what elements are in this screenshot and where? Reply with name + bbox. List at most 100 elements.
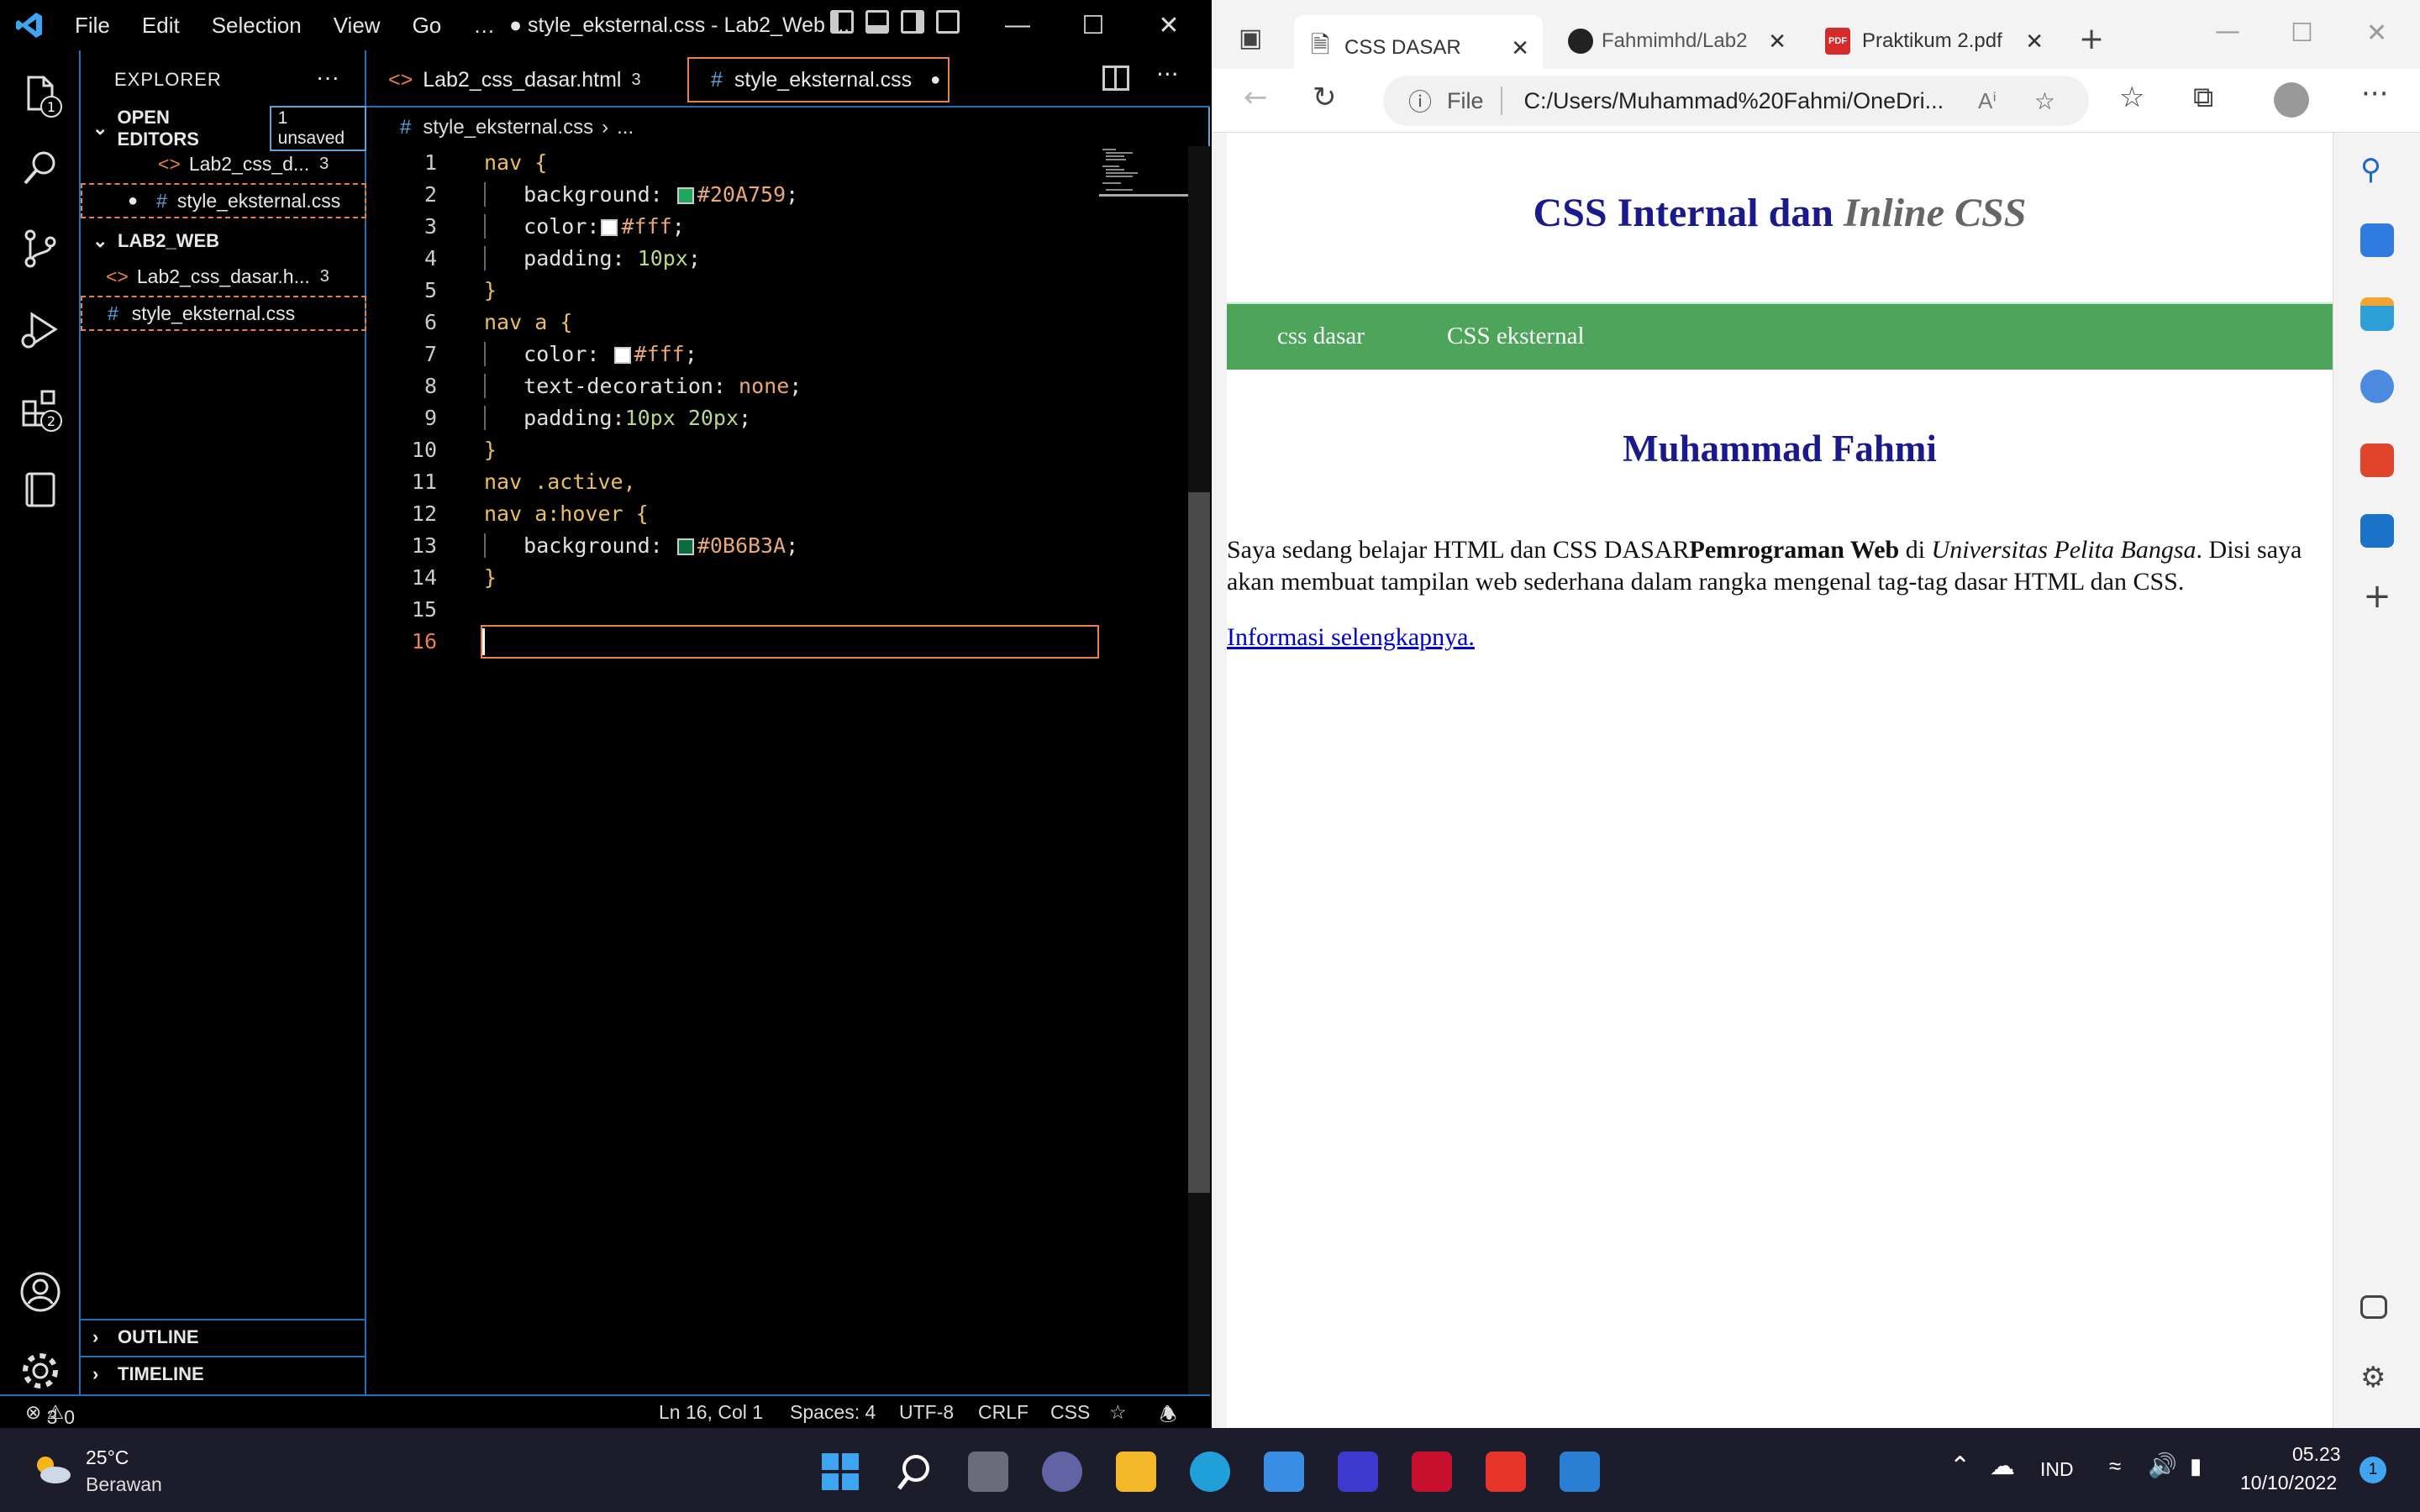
tab-close-icon[interactable]: ✕ (1511, 35, 1529, 61)
maximize-button[interactable]: ☐ (1055, 0, 1131, 50)
tab-css-file[interactable]: # style_eksternal.css ● (687, 57, 950, 102)
cursor-position[interactable]: Ln 16, Col 1 (659, 1401, 763, 1424)
open-editor-item[interactable]: <> Lab2_css_d... 3 (81, 146, 366, 181)
folder-section[interactable]: ⌄ LAB2_WEB (81, 223, 366, 259)
favorites-icon[interactable]: ☆ (2119, 81, 2144, 114)
extensions-icon[interactable]: 2 (18, 386, 62, 432)
notebook-icon[interactable] (18, 467, 62, 511)
open-editor-item[interactable]: ● # style_eksternal.css (81, 183, 366, 218)
start-icon[interactable] (820, 1452, 860, 1492)
settings-more-icon[interactable]: ··· (2361, 77, 2388, 111)
edge-icon[interactable] (1190, 1452, 1230, 1492)
menu-view[interactable]: View (318, 13, 397, 39)
store-icon[interactable] (1264, 1452, 1304, 1492)
feedback-icon[interactable]: ☆ (1109, 1401, 1127, 1424)
collections-icon[interactable]: ⧉ (2193, 81, 2213, 114)
clock-time[interactable]: 05.23 (2292, 1443, 2341, 1466)
color-swatch[interactable] (601, 218, 618, 236)
file-item[interactable]: <> Lab2_css_dasar.h... 3 (81, 259, 366, 294)
explorer-icon[interactable]: 1 (18, 72, 62, 118)
customize-layout-icon[interactable] (936, 10, 960, 34)
vscode-taskbar-icon[interactable] (1560, 1452, 1600, 1492)
tab-html-file[interactable]: <> Lab2_css_dasar.html 3 (366, 57, 677, 102)
more-info-link[interactable]: Informasi selengkapnya. (1227, 623, 1475, 652)
volume-icon[interactable]: 🔊 (2148, 1452, 2177, 1479)
breadcrumb-file[interactable]: style_eksternal.css (423, 116, 593, 139)
toggle-sidebar-icon[interactable] (830, 10, 854, 34)
encoding[interactable]: UTF-8 (899, 1401, 954, 1424)
menu-edit[interactable]: Edit (126, 13, 196, 39)
scrollbar-thumb[interactable] (1188, 492, 1210, 1193)
clock-date[interactable]: 10/10/2022 (2240, 1472, 2337, 1494)
profile-avatar[interactable] (2274, 82, 2309, 118)
back-icon[interactable]: ← (1244, 81, 1268, 114)
menu-selection[interactable]: Selection (196, 13, 318, 39)
outlook-icon[interactable] (2360, 514, 2394, 548)
color-swatch[interactable] (676, 186, 694, 204)
menu-more[interactable]: … (457, 13, 511, 39)
minimize-button[interactable]: — (980, 0, 1055, 50)
indentation[interactable]: Spaces: 4 (790, 1401, 876, 1424)
line-ending[interactable]: CRLF (978, 1401, 1028, 1424)
color-swatch[interactable] (676, 538, 694, 555)
app-icon[interactable] (1338, 1452, 1378, 1492)
read-aloud-icon[interactable]: Aⁱ (1978, 88, 1996, 114)
tools-icon[interactable] (2360, 297, 2394, 331)
minimap[interactable] (1099, 146, 1188, 197)
minimize-button[interactable]: — (2215, 17, 2240, 46)
menu-file[interactable]: File (59, 13, 126, 39)
new-tab-icon[interactable]: + (2079, 22, 2104, 56)
refresh-icon[interactable]: ↻ (1313, 81, 1337, 114)
sidebar-settings-icon[interactable]: ⚙ (2360, 1361, 2394, 1394)
open-editors-section[interactable]: ⌄ OPEN EDITORS 1 unsaved (81, 106, 367, 151)
search-icon[interactable]: ⚲ (2360, 153, 2394, 186)
breadcrumb-rest[interactable]: ... (617, 116, 634, 139)
close-button[interactable]: ✕ (1131, 0, 1207, 50)
source-control-icon[interactable] (18, 227, 62, 270)
timeline-section[interactable]: › TIMELINE (81, 1356, 366, 1391)
browser-tab[interactable]: Fahmimhd/Lab2 ✕ (1551, 15, 1800, 67)
code-editor[interactable]: 1 nav { 2 background: #20A759; 3 color: #… (366, 146, 1210, 1394)
menu-go[interactable]: Go (397, 13, 458, 39)
close-button[interactable]: ✕ (2366, 18, 2387, 48)
nav-link-css-dasar[interactable]: css dasar (1277, 323, 1365, 350)
split-editor-icon[interactable] (1102, 66, 1129, 91)
color-swatch[interactable] (613, 346, 631, 364)
add-sidebar-app-icon[interactable]: + (2360, 580, 2394, 613)
wps-icon[interactable] (1486, 1452, 1526, 1492)
unsaved-dot-icon[interactable]: ● (930, 71, 940, 90)
tab-close-icon[interactable]: ✕ (1768, 29, 1786, 55)
nav-link-css-eksternal[interactable]: CSS eksternal (1447, 323, 1585, 350)
office-icon[interactable] (2360, 444, 2394, 477)
notification-badge[interactable]: 1 (2360, 1457, 2386, 1483)
games-icon[interactable] (2360, 370, 2394, 403)
chevron-up-icon[interactable]: ⌃ (1949, 1452, 1970, 1481)
file-explorer-icon[interactable] (1116, 1452, 1156, 1492)
cloud-icon[interactable]: ☁ (1990, 1452, 2015, 1481)
task-view-icon[interactable] (968, 1452, 1008, 1492)
account-icon[interactable] (18, 1270, 62, 1314)
info-icon[interactable]: ⓘ (1408, 84, 1432, 118)
add-favorite-icon[interactable]: ☆ (2034, 87, 2055, 115)
problems-status[interactable]: ⊗ 3 ⚠ 0 (25, 1401, 75, 1428)
tab-actions-icon[interactable]: ▣ (1239, 24, 1262, 53)
wifi-icon[interactable]: ≈ (2109, 1453, 2121, 1479)
weather-icon[interactable] (30, 1452, 72, 1485)
explorer-more-icon[interactable]: ··· (316, 64, 339, 91)
file-item[interactable]: # style_eksternal.css (81, 296, 366, 331)
address-bar[interactable]: ⓘ File C:/Users/Muhammad%20Fahmi/OneDri.… (1383, 76, 2089, 126)
mcafee-icon[interactable] (1412, 1452, 1452, 1492)
toggle-panel-icon[interactable] (865, 10, 889, 34)
tab-close-icon[interactable]: ✕ (2025, 29, 2044, 55)
browser-tab[interactable]: PDF Praktikum 2.pdf ✕ (1808, 15, 2057, 67)
outline-section[interactable]: › OUTLINE (81, 1319, 366, 1354)
chat-icon[interactable] (1042, 1452, 1082, 1492)
settings-gear-icon[interactable] (18, 1349, 62, 1393)
editor-more-icon[interactable]: ··· (1156, 60, 1179, 88)
language-mode[interactable]: CSS (1050, 1401, 1090, 1424)
battery-icon[interactable]: ▮ (2190, 1453, 2202, 1479)
search-icon[interactable] (18, 146, 62, 190)
shopping-icon[interactable] (2360, 223, 2394, 257)
run-debug-icon[interactable] (18, 307, 62, 351)
hide-sidebar-icon[interactable] (2360, 1295, 2387, 1319)
